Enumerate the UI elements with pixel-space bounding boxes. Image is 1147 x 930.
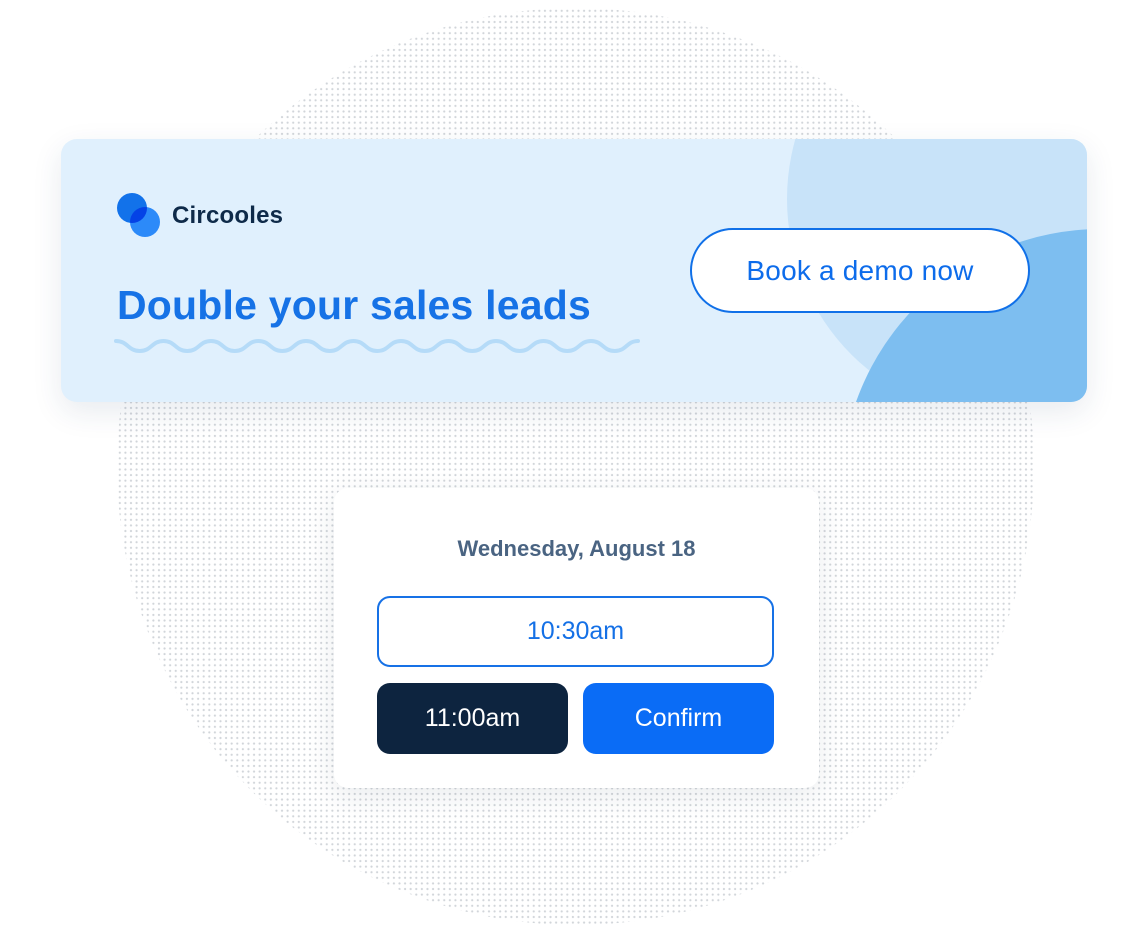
- brand-logo: Circooles: [117, 193, 283, 239]
- time-slot-1030[interactable]: 10:30am: [377, 596, 774, 667]
- selected-date: Wednesday, August 18: [457, 536, 696, 561]
- booking-card: Wednesday, August 18 10:30am 11:00am Con…: [334, 488, 819, 788]
- wavy-underline: [114, 338, 640, 354]
- promo-banner: Circooles Double your sales leads Book a…: [61, 139, 1087, 402]
- brand-name: Circooles: [172, 202, 284, 229]
- banner-headline: Double your sales leads: [117, 282, 591, 328]
- book-demo-button[interactable]: Book a demo now: [690, 228, 1030, 313]
- logo-circle-front: [130, 207, 160, 237]
- overlapping-circles-logo-icon: [117, 193, 161, 239]
- time-slot-1100-selected[interactable]: 11:00am: [377, 683, 568, 754]
- confirm-button[interactable]: Confirm: [583, 683, 774, 754]
